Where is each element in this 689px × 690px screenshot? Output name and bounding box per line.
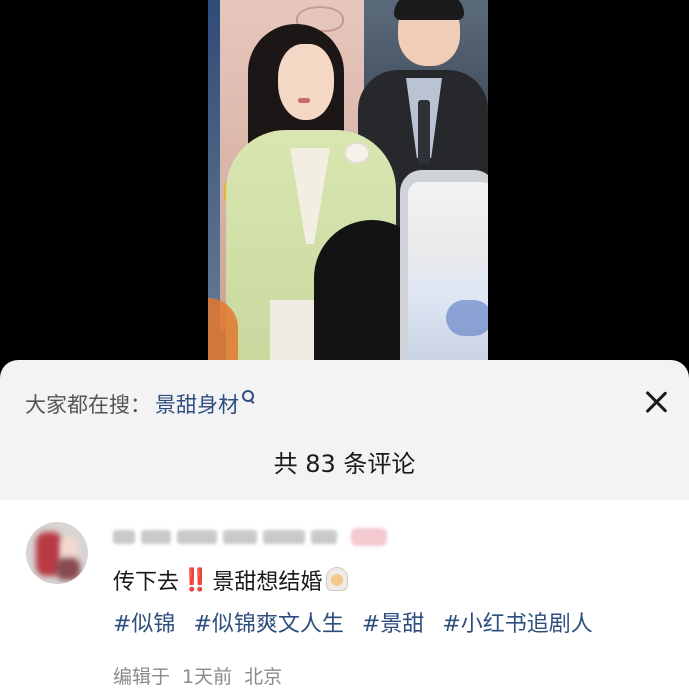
hashtag-list: #似锦 #似锦爽文人生 #景甜 #小红书追剧人 [113,604,611,640]
blur-block [113,530,135,544]
user-badge [351,528,387,546]
comment-meta: 编辑于 1天前 北京 [113,660,294,690]
avatar[interactable] [26,522,88,584]
man-hair [394,0,464,20]
hot-search-bar[interactable]: 大家都在搜： 景甜身材 [25,388,256,420]
foreground-phone-screen [408,182,488,372]
hashtag[interactable]: #小红书追剧人 [442,606,592,638]
video-player[interactable] [0,0,689,372]
avatar-blur-part [56,558,80,580]
woman-lips [298,98,310,103]
hashtag[interactable]: #景甜 [362,606,424,638]
man-tie [418,100,430,164]
search-icon[interactable] [242,390,256,406]
comment-text-end: 景甜想结婚 [212,570,323,595]
flower-figurine [346,144,368,162]
blur-block [223,530,257,544]
hashtag[interactable]: #似锦 [113,606,175,638]
comment-count: 共 83 条评论 [273,450,416,478]
bride-with-veil-icon [326,567,349,593]
comment-item[interactable]: 传下去 ‼️ 景甜想结婚 #似锦 #似锦爽文人生 #景甜 #小红书追剧人 编辑于… [0,500,689,690]
close-icon[interactable] [640,386,672,418]
phone-screen-content [446,300,488,336]
double-exclamation-icon: ‼️ [182,567,210,593]
hot-search-term[interactable]: 景甜身材 [155,389,239,419]
comment-text: 传下去 ‼️ 景甜想结婚 [113,562,349,598]
blur-block [141,530,171,544]
username-blurred[interactable] [113,522,387,552]
video-frame[interactable] [208,0,488,372]
comment-time: 1天前 [182,665,233,688]
screen: 大家都在搜： 景甜身材 共 83 条评论 传下去 ‼️ 景甜想结婚 #似锦 #似… [0,0,689,690]
woman-face [278,44,334,120]
comment-text-start: 传下去 [113,570,180,595]
blur-block [263,530,305,544]
blur-block [177,530,217,544]
hot-search-prefix: 大家都在搜： [25,393,151,417]
hashtag[interactable]: #似锦爽文人生 [193,606,343,638]
edit-label: 编辑于 [113,665,171,688]
blur-block [311,530,337,544]
comments-sheet: 大家都在搜： 景甜身材 共 83 条评论 传下去 ‼️ 景甜想结婚 #似锦 #似… [0,360,689,690]
comment-location: 北京 [244,665,283,688]
